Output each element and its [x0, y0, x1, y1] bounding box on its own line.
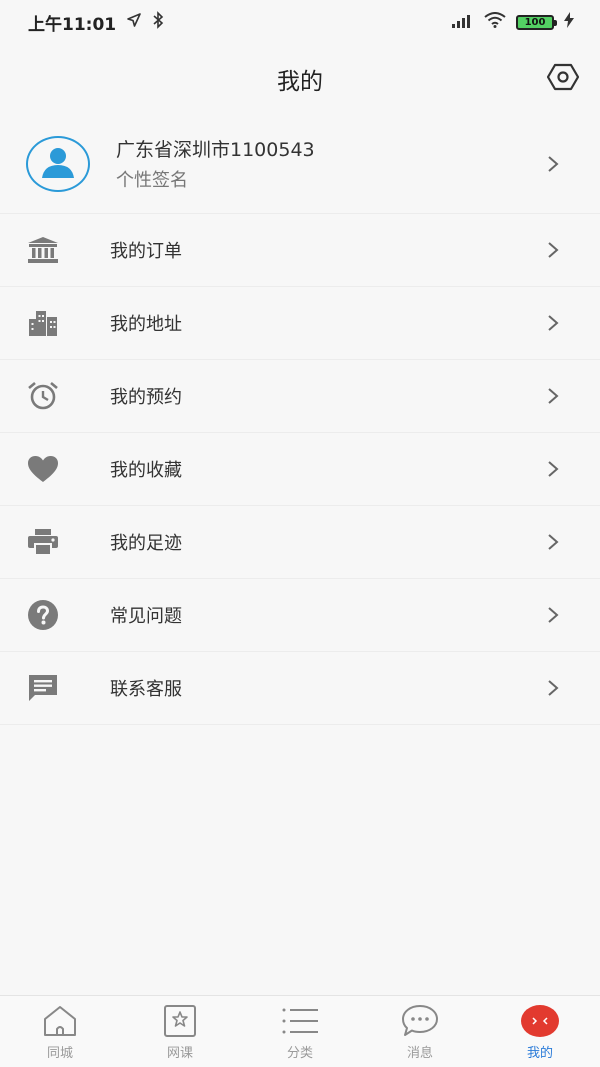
chevron-right-icon: [544, 679, 562, 697]
menu-item-label: 我的订单: [110, 241, 182, 262]
status-right: 100: [452, 12, 574, 32]
wifi-icon: [484, 12, 506, 32]
menu-item-favorites[interactable]: 我的收藏: [0, 433, 600, 506]
chevron-right-icon: [544, 387, 562, 405]
chevron-right-icon: [544, 241, 562, 259]
bank-icon: [26, 233, 60, 267]
tab-online-course[interactable]: 网课: [120, 996, 240, 1067]
menu-item-label: 联系客服: [110, 679, 182, 700]
user-avatar-icon: [38, 144, 78, 184]
menu-item-label: 我的收藏: [110, 460, 182, 481]
tab-label: 网课: [166, 1046, 193, 1061]
menu-list: 我的订单 我的地址 我的预约 我的收藏 我的足迹 常见问题 联系客服: [0, 214, 600, 725]
menu-item-orders[interactable]: 我的订单: [0, 214, 600, 287]
battery-level: 100: [524, 16, 546, 28]
chevron-right-icon: [544, 533, 562, 551]
chevron-right-icon: [544, 155, 562, 173]
battery-icon: 100: [516, 14, 557, 30]
page-title: 我的: [277, 69, 323, 95]
chevron-right-icon: [544, 606, 562, 624]
charging-icon: [564, 12, 574, 32]
help-circle-icon: [26, 598, 60, 632]
profile-row[interactable]: 广东省深圳市1100543 个性签名: [0, 114, 600, 214]
menu-item-label: 我的地址: [110, 314, 182, 335]
tab-label: 消息: [406, 1046, 433, 1061]
settings-button[interactable]: [546, 62, 580, 96]
tab-mine[interactable]: 我的: [480, 996, 600, 1067]
profile-text: 广东省深圳市1100543 个性签名: [116, 135, 544, 192]
alarm-clock-icon: [26, 379, 60, 413]
printer-icon: [26, 525, 60, 559]
title-bar: 我的: [0, 44, 600, 114]
menu-item-address[interactable]: 我的地址: [0, 287, 600, 360]
menu-item-appointment[interactable]: 我的预约: [0, 360, 600, 433]
status-left: 上午11:01: [28, 10, 164, 35]
profile-face-icon: [520, 1004, 560, 1038]
bluetooth-icon: [152, 10, 164, 34]
menu-item-footprints[interactable]: 我的足迹: [0, 506, 600, 579]
tab-label: 同城: [46, 1046, 73, 1061]
chevron-right-icon: [544, 314, 562, 332]
tab-messages[interactable]: 消息: [360, 996, 480, 1067]
avatar[interactable]: [26, 135, 90, 192]
profile-name: 广东省深圳市1100543: [116, 139, 315, 161]
chat-bubble-icon: [26, 671, 60, 705]
tab-label: 我的: [526, 1046, 553, 1061]
profile-signature: 个性签名: [116, 170, 188, 191]
list-icon: [280, 1004, 320, 1038]
city-building-icon: [26, 306, 60, 340]
signal-icon: [452, 13, 474, 32]
chevron-right-icon: [544, 460, 562, 478]
message-icon: [400, 1004, 440, 1038]
tab-city[interactable]: 同城: [0, 996, 120, 1067]
menu-item-label: 我的足迹: [110, 533, 182, 554]
status-time: 上午11:01: [28, 14, 117, 35]
bottom-tab-bar: 同城 网课 分类 消息 我的: [0, 995, 600, 1067]
settings-hexagon-icon: [546, 63, 580, 95]
menu-item-label: 常见问题: [110, 606, 182, 627]
home-icon: [40, 1004, 80, 1038]
location-arrow-icon: [126, 12, 142, 33]
menu-item-label: 我的预约: [110, 387, 182, 408]
star-frame-icon: [160, 1004, 200, 1038]
heart-icon: [26, 452, 60, 486]
tab-category[interactable]: 分类: [240, 996, 360, 1067]
tab-label: 分类: [286, 1046, 313, 1061]
active-tab-badge: [521, 1005, 559, 1037]
menu-item-faq[interactable]: 常见问题: [0, 579, 600, 652]
status-bar: 上午11:01 100: [0, 0, 600, 44]
menu-item-customer-service[interactable]: 联系客服: [0, 652, 600, 725]
